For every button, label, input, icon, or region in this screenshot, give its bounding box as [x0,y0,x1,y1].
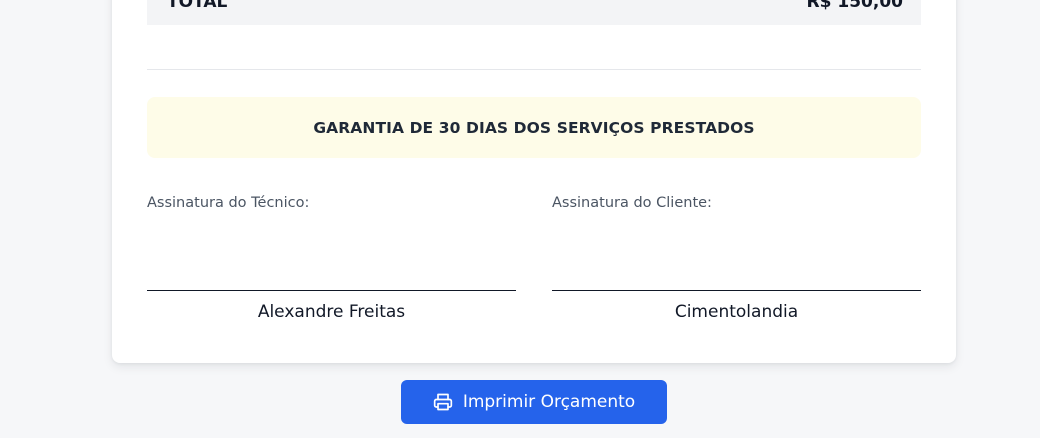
client-signature-label: Assinatura do Cliente: [552,195,712,211]
technician-signature-line [147,290,516,291]
guarantee-text: GARANTIA DE 30 DIAS DOS SERVIÇOS PRESTAD… [313,118,755,137]
quote-card: TOTAL R$ 150,00 GARANTIA DE 30 DIAS DOS … [112,0,956,363]
print-quote-button[interactable]: Imprimir Orçamento [401,380,667,424]
technician-name: Alexandre Freitas [257,302,406,322]
technician-signature-label: Assinatura do Técnico: [147,195,310,211]
client-signature: Assinatura do Cliente: Cimentolandia [552,193,921,323]
client-name: Cimentolandia [674,302,799,322]
client-signature-line [552,290,921,291]
total-value: R$ 150,00 [806,0,903,12]
divider [147,69,921,70]
guarantee-notice: GARANTIA DE 30 DIAS DOS SERVIÇOS PRESTAD… [147,97,921,158]
printer-icon [433,392,453,412]
print-quote-label: Imprimir Orçamento [462,392,636,412]
technician-signature: Assinatura do Técnico: Alexandre Freitas [147,193,516,323]
total-label: TOTAL [167,0,228,12]
total-row: TOTAL R$ 150,00 [147,0,921,25]
